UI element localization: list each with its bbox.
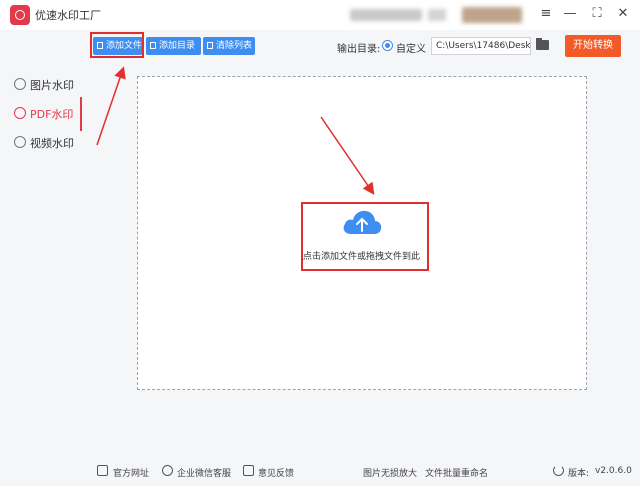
version-label: 版本: xyxy=(568,469,590,479)
close-icon[interactable]: ✕ xyxy=(612,3,634,25)
version-number: v2.0.6.0 xyxy=(595,466,632,476)
app-title: 优速水印工厂 xyxy=(35,9,101,22)
website-icon xyxy=(97,465,108,476)
sidebar-item-pdf-watermark[interactable]: PDF水印 xyxy=(0,97,84,131)
wechat-support-link[interactable]: 企业微信客服 xyxy=(177,466,231,479)
custom-radio[interactable] xyxy=(382,40,393,51)
add-folder-button[interactable]: 添加目录 xyxy=(146,37,201,55)
user-info-blurred xyxy=(350,9,422,21)
minimize-icon[interactable]: — xyxy=(559,3,581,25)
wechat-icon xyxy=(162,465,173,476)
batch-rename-link[interactable]: 文件批量重命名 xyxy=(425,466,488,479)
refresh-icon xyxy=(553,465,564,476)
clear-list-label: 清除列表 xyxy=(216,41,253,51)
sidebar-item-image-watermark[interactable]: 图片水印 xyxy=(0,72,84,98)
annotation-box-add-file xyxy=(90,32,144,58)
image-watermark-icon xyxy=(14,78,26,90)
sidebar-item-label: PDF水印 xyxy=(30,108,74,121)
feedback-icon xyxy=(243,465,254,476)
output-path-input[interactable] xyxy=(431,37,531,55)
folder-small-icon xyxy=(150,42,156,49)
sidebar-item-label: 图片水印 xyxy=(30,79,74,92)
maximize-icon[interactable]: ⛶ xyxy=(586,3,608,25)
start-convert-button[interactable]: 开始转换 xyxy=(565,35,621,57)
output-dir-label: 输出目录: xyxy=(337,44,381,55)
app-logo-icon xyxy=(10,5,30,25)
trash-icon xyxy=(207,42,213,49)
browse-folder-icon[interactable] xyxy=(536,38,549,50)
arrow-to-add-file xyxy=(96,66,126,146)
pdf-watermark-icon xyxy=(14,107,26,119)
sidebar-item-label: 视频水印 xyxy=(30,137,74,150)
website-link[interactable]: 官方网址 xyxy=(113,466,149,479)
user-info-blurred-extra xyxy=(428,9,446,21)
annotation-box-dropzone xyxy=(301,202,429,271)
add-folder-label: 添加目录 xyxy=(159,41,196,51)
sidebar-item-video-watermark[interactable]: 视频水印 xyxy=(0,130,84,156)
image-upscale-link[interactable]: 图片无损放大 xyxy=(363,466,417,479)
account-avatar-blurred[interactable] xyxy=(462,7,522,23)
video-watermark-icon xyxy=(14,136,26,148)
footer: 官方网址 企业微信客服 意见反馈 图片无损放大 文件批量重命名 版本: v2.0… xyxy=(0,458,640,486)
sidebar: 图片水印 PDF水印 视频水印 xyxy=(0,58,84,458)
clear-list-button[interactable]: 清除列表 xyxy=(203,37,255,55)
feedback-link[interactable]: 意见反馈 xyxy=(258,466,294,479)
hamburger-icon[interactable]: ≡ xyxy=(535,3,557,25)
title-bar: 优速水印工厂 ≡ — ⛶ ✕ xyxy=(0,0,640,30)
custom-radio-label: 自定义 xyxy=(396,44,426,55)
